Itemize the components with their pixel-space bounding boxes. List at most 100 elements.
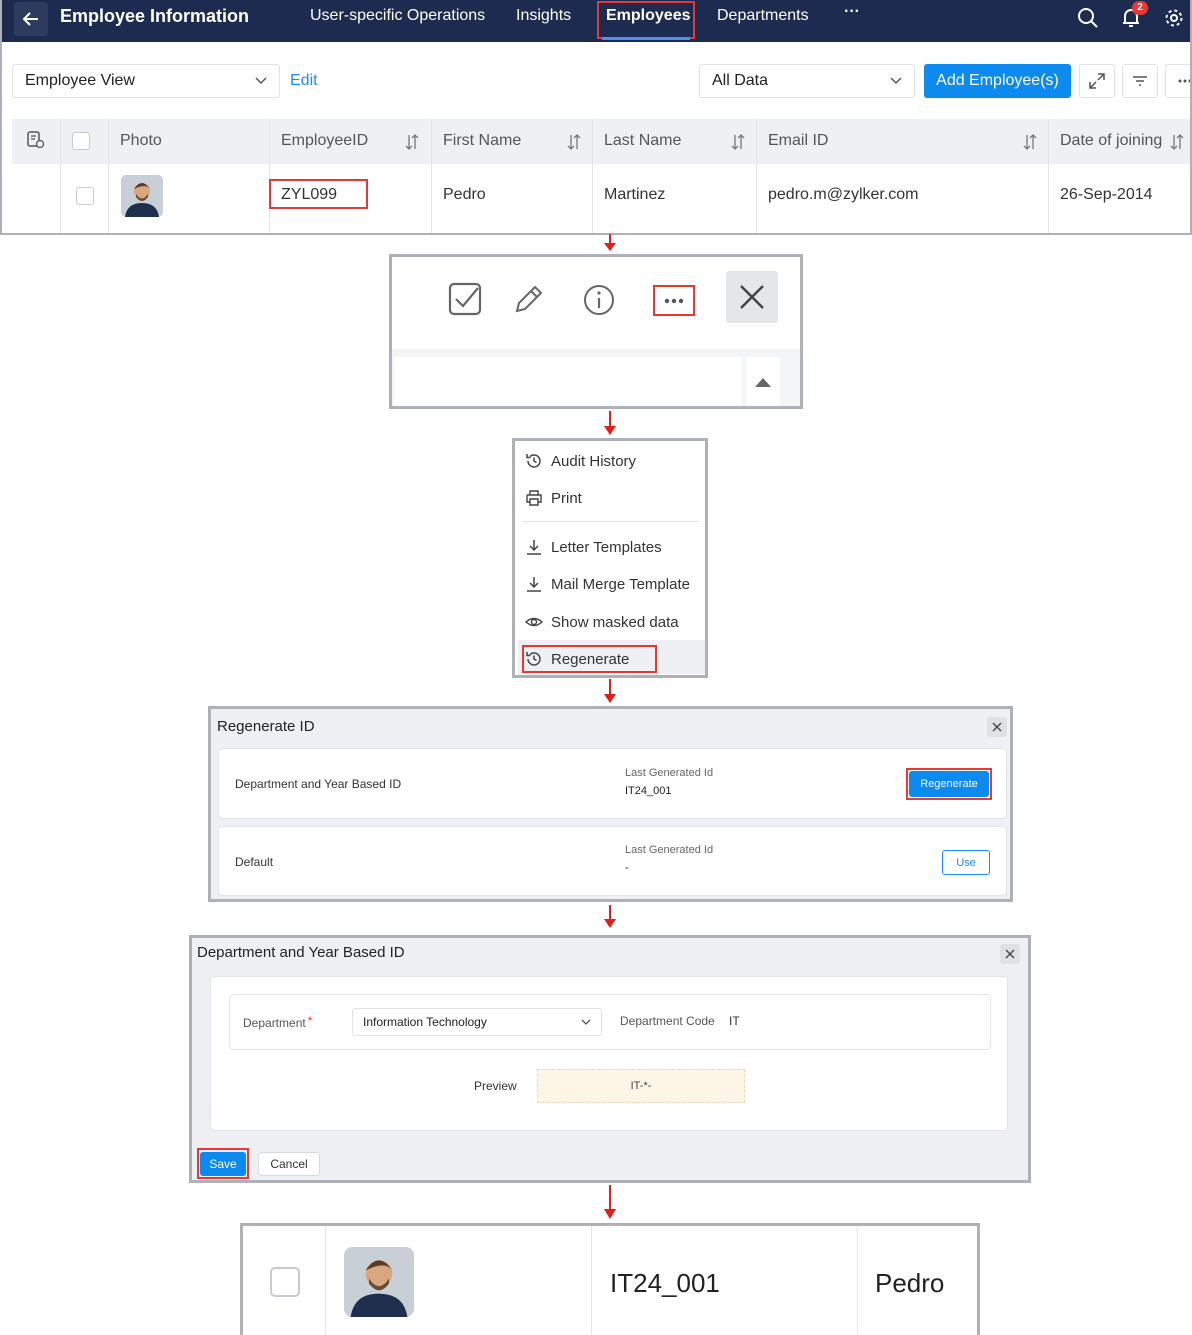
menu-item-label: Show masked data (551, 613, 679, 631)
close-modal-button[interactable] (1000, 944, 1020, 964)
sort-icon[interactable] (567, 134, 581, 150)
back-button[interactable] (14, 2, 48, 36)
id-preview: IT-*- (537, 1069, 745, 1103)
save-button-highlight (197, 1148, 249, 1179)
history-icon (526, 454, 541, 468)
top-navbar: Employee Information User-specific Opera… (2, 0, 1190, 42)
regenerate-id-modal: Regenerate ID Department and Year Based … (208, 706, 1013, 902)
tab-user-specific-operations[interactable]: User-specific Operations (310, 7, 485, 25)
column-header-first-name[interactable]: First Name (443, 132, 521, 150)
department-select-value: Information Technology (363, 1015, 487, 1029)
column-header-employee-id[interactable]: EmployeeID (281, 132, 368, 150)
department-select[interactable]: Information Technology (352, 1008, 602, 1036)
tab-departments[interactable]: Departments (717, 7, 809, 25)
chevron-down-icon (581, 1019, 591, 1025)
flow-arrow (604, 1185, 616, 1219)
last-generated-label: Last Generated Id (625, 844, 714, 856)
data-filter-selector[interactable]: All Data (699, 64, 915, 98)
menu-item-letter-templates[interactable]: Letter Templates (525, 532, 662, 562)
select-all-checkbox[interactable] (72, 132, 90, 150)
expand-button[interactable] (1079, 64, 1115, 98)
record-settings-icon[interactable] (26, 130, 46, 150)
cancel-button[interactable]: Cancel (258, 1152, 320, 1176)
id-option-card: Department and Year Based ID Last Genera… (218, 748, 1007, 819)
search-icon[interactable] (1077, 7, 1099, 29)
info-icon[interactable] (582, 283, 616, 317)
column-divider (592, 119, 593, 233)
modal-title: Department and Year Based ID (197, 944, 405, 961)
column-header-date-of-joining[interactable]: Date of joining (1060, 132, 1162, 150)
use-button[interactable]: Use (942, 850, 990, 875)
chevron-down-icon (890, 77, 902, 85)
department-code-value: IT (729, 1014, 740, 1028)
column-divider (60, 119, 61, 233)
tab-highlight-box (597, 1, 695, 39)
table-header (12, 119, 1190, 164)
column-divider (108, 119, 109, 233)
sort-icon[interactable] (1023, 134, 1037, 150)
close-icon (740, 285, 764, 309)
department-row: Department * Information Technology Depar… (229, 994, 991, 1050)
gear-icon[interactable] (1163, 7, 1185, 29)
close-record-button[interactable] (726, 271, 778, 323)
flow-arrow (604, 905, 616, 928)
cell-first-name: Pedro (875, 1268, 945, 1298)
filter-icon (1133, 76, 1147, 86)
cell-employee-id[interactable]: IT24_001 (610, 1268, 720, 1299)
last-generated-label: Last Generated Id (625, 767, 714, 779)
menu-item-mail-merge-template[interactable]: Mail Merge Template (525, 569, 690, 599)
column-header-photo: Photo (120, 132, 162, 149)
regenerate-button-highlight (906, 768, 992, 800)
column-divider (431, 119, 432, 233)
sort-icon[interactable] (1170, 134, 1184, 150)
scroll-up-button[interactable] (746, 357, 780, 406)
menu-item-audit-history[interactable]: Audit History (525, 446, 636, 476)
cell-email: pedro.m@zylker.com (768, 186, 919, 203)
download-icon (527, 540, 541, 555)
close-icon (1005, 949, 1015, 959)
column-divider (756, 119, 757, 233)
app-title: Employee Information (60, 6, 250, 26)
add-employee-button[interactable]: Add Employee(s) (924, 64, 1071, 98)
column-header-last-name[interactable]: Last Name (604, 132, 681, 150)
record-toolbar-panel (389, 254, 803, 409)
filter-button[interactable] (1122, 64, 1158, 98)
sort-icon[interactable] (405, 134, 419, 150)
row-checkbox[interactable] (270, 1267, 300, 1297)
tab-insights[interactable]: Insights (516, 7, 571, 25)
employee-list-screen: Employee Information User-specific Opera… (0, 0, 1192, 235)
department-year-id-modal: Department and Year Based ID Department *… (189, 935, 1031, 1183)
pencil-icon[interactable] (511, 283, 545, 317)
more-actions-button[interactable] (653, 285, 695, 316)
required-mark: * (307, 1014, 313, 1028)
id-config-form: Department * Information Technology Depar… (210, 976, 1008, 1131)
triangle-up-icon (755, 377, 771, 387)
data-filter-value: All Data (712, 72, 769, 89)
sort-icon[interactable] (731, 134, 745, 150)
active-tab-indicator (602, 37, 690, 40)
cell-first-name: Pedro (443, 186, 486, 203)
column-divider (1048, 119, 1049, 233)
flow-arrow (604, 234, 616, 251)
row-checkbox[interactable] (76, 187, 94, 205)
column-divider (857, 1226, 858, 1335)
department-label: Department * (243, 1014, 313, 1030)
flow-arrow (604, 679, 616, 703)
chevron-down-icon (255, 77, 267, 85)
menu-item-show-masked-data[interactable]: Show masked data (525, 607, 679, 637)
option-name: Default (235, 855, 274, 869)
notification-badge: 2 (1132, 1, 1148, 15)
close-icon (992, 722, 1002, 732)
view-selector[interactable]: Employee View (12, 64, 280, 98)
option-name: Department and Year Based ID (235, 777, 402, 791)
close-modal-button[interactable] (987, 717, 1007, 737)
check-square-icon[interactable] (447, 281, 483, 317)
edit-view-link[interactable]: Edit (290, 72, 318, 90)
column-header-email[interactable]: Email ID (768, 132, 828, 150)
menu-item-label: Mail Merge Template (551, 575, 690, 593)
more-options-button[interactable] (1165, 64, 1190, 98)
more-tabs-button[interactable]: ··· (844, 3, 860, 21)
expand-icon (1089, 73, 1105, 89)
download-icon (527, 577, 541, 592)
menu-item-print[interactable]: Print (525, 483, 582, 513)
